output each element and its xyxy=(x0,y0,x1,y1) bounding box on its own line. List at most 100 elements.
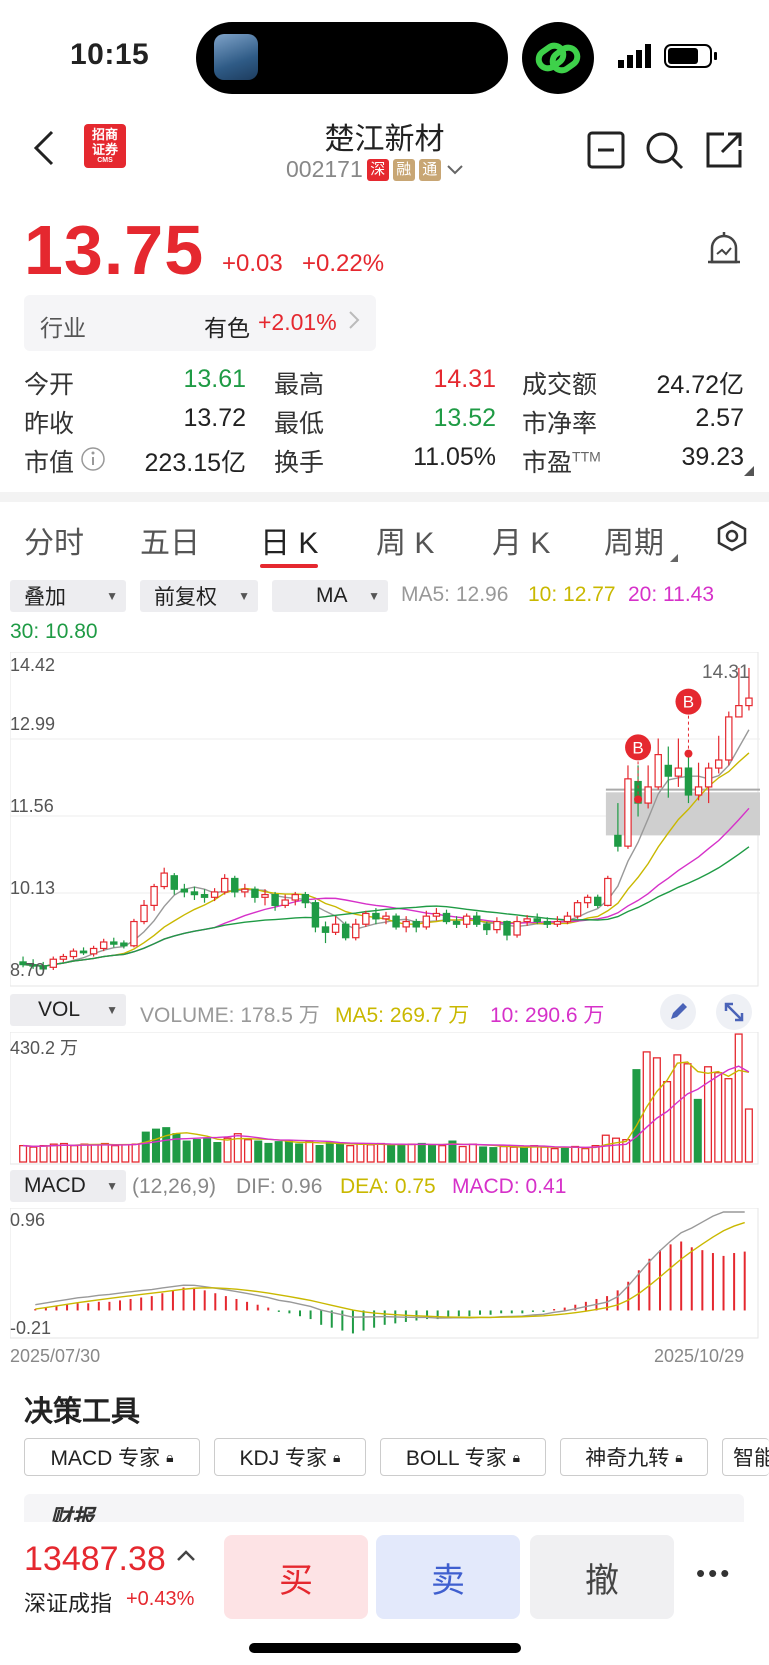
volume-bar xyxy=(387,1144,396,1163)
tab-daily-k[interactable]: 日 K xyxy=(260,518,318,562)
candle-body xyxy=(341,923,350,939)
buy-button[interactable]: 买 xyxy=(224,1535,368,1619)
volume-bar xyxy=(162,1127,171,1163)
live-activity-app-icon xyxy=(214,34,258,80)
candle-body xyxy=(382,915,390,920)
search-button[interactable] xyxy=(644,130,686,177)
volume-indicator-dropdown[interactable]: VOL ▼ xyxy=(10,994,126,1026)
tag-connect: 通 xyxy=(418,158,441,181)
macd-chart[interactable] xyxy=(10,1208,760,1340)
volume-bar xyxy=(632,1069,641,1163)
candle-body xyxy=(261,894,269,898)
volume-ma5: MA5: 269.7 万 xyxy=(335,1004,470,1027)
caret-down-icon: ▼ xyxy=(368,589,380,603)
macd-indicator-dropdown[interactable]: MACD ▼ xyxy=(10,1170,126,1202)
candle-body xyxy=(89,947,98,955)
price-alert-button[interactable] xyxy=(704,228,744,279)
ma10-value: 10: 12.77 xyxy=(528,583,616,606)
volume-bar xyxy=(223,1137,232,1163)
edit-indicator-button[interactable] xyxy=(660,994,696,1030)
volume-bar xyxy=(652,1057,661,1163)
lock-icon: 🔒︎ xyxy=(166,1448,174,1465)
y-axis-label-3: 11.56 xyxy=(10,796,54,816)
info-icon[interactable] xyxy=(80,446,106,477)
candle-body xyxy=(432,912,441,917)
candle-body xyxy=(563,915,572,923)
lock-icon: 🔒︎ xyxy=(512,1448,521,1465)
volume-bar xyxy=(724,1078,733,1163)
price-change: +0.03 xyxy=(222,250,283,277)
volume-bar xyxy=(151,1128,161,1163)
volume-bar xyxy=(499,1145,508,1163)
volume-bar xyxy=(19,1144,28,1163)
stat-turnover-amount-label: 成交额 xyxy=(522,371,598,399)
news-card[interactable] xyxy=(24,1494,744,1524)
candle-body xyxy=(483,923,491,931)
tool-magic-nine[interactable]: 神奇九转 🔒︎ xyxy=(560,1438,708,1476)
volume-bar xyxy=(295,1143,304,1163)
volume-chart[interactable] xyxy=(10,1032,760,1166)
stat-turnover-rate-value: 11.05% xyxy=(413,443,496,471)
volume-bar xyxy=(438,1144,447,1163)
candle-body xyxy=(220,877,229,893)
macd-value: MACD: 0.41 xyxy=(452,1175,567,1198)
chart-settings-button[interactable] xyxy=(716,520,748,557)
section-divider xyxy=(0,492,769,502)
lock-icon: 🔒︎ xyxy=(333,1448,341,1465)
tool-smart[interactable]: 智能 xyxy=(722,1438,769,1476)
signal-strength-icon xyxy=(618,44,656,73)
caret-down-icon: ▼ xyxy=(106,1003,118,1017)
chevron-up-icon[interactable] xyxy=(174,1546,198,1571)
tab-period[interactable]: 周期 xyxy=(604,518,664,562)
volume-bar xyxy=(254,1140,263,1163)
stock-code-row[interactable]: 002171 深 融 通 xyxy=(286,156,465,183)
tool-boll-expert[interactable]: BOLL 专家 🔒︎ xyxy=(380,1438,546,1476)
volume-bar xyxy=(121,1144,130,1163)
tab-intraday[interactable]: 分时 xyxy=(24,518,84,562)
candle-body xyxy=(291,894,299,901)
candle-body xyxy=(311,902,320,928)
stat-market-cap-value: 223.15亿 xyxy=(144,449,246,477)
candle-body xyxy=(714,759,723,769)
caret-down-icon: ▼ xyxy=(106,1179,118,1193)
candle-body xyxy=(704,767,713,788)
overlay-dropdown[interactable]: 叠加 ▼ xyxy=(10,580,126,612)
tool-kdj-expert[interactable]: KDJ 专家 🔒︎ xyxy=(214,1438,366,1476)
indicator-dropdown[interactable]: MA ▼ xyxy=(272,580,388,612)
volume-bar xyxy=(172,1133,181,1163)
volume-bar xyxy=(714,1072,723,1163)
adjust-dropdown[interactable]: 前复权 ▼ xyxy=(140,580,258,612)
more-button[interactable]: ••• xyxy=(696,1558,732,1589)
candle-body xyxy=(422,915,431,928)
sell-button[interactable]: 卖 xyxy=(376,1535,520,1619)
volume-bar xyxy=(315,1144,324,1163)
candlestick-chart[interactable]: BB xyxy=(10,652,760,988)
index-value[interactable]: 13487.38 xyxy=(24,1540,166,1579)
share-button[interactable] xyxy=(704,130,744,175)
tool-macd-expert[interactable]: MACD 专家 🔒︎ xyxy=(24,1438,200,1476)
expand-stats-corner-icon[interactable] xyxy=(744,466,754,476)
tab-five-day[interactable]: 五日 xyxy=(140,518,200,562)
bell-icon xyxy=(708,232,740,264)
volume-bar xyxy=(530,1144,539,1163)
volume-bar xyxy=(663,1081,672,1163)
period-corner-icon xyxy=(670,554,678,562)
watchlist-remove-button[interactable] xyxy=(586,130,626,175)
fullscreen-button[interactable] xyxy=(716,994,752,1030)
tag-shenzhen: 深 xyxy=(366,158,389,181)
cancel-order-button[interactable]: 撤 xyxy=(530,1535,674,1619)
volume-max-label: 430.2 万 xyxy=(10,1038,79,1058)
y-axis-label-bottom: 8.70 xyxy=(10,960,46,980)
candle-body xyxy=(79,950,88,954)
tab-monthly-k[interactable]: 月 K xyxy=(492,518,550,562)
chevron-down-icon xyxy=(447,164,463,174)
tab-weekly-k[interactable]: 周 K xyxy=(376,518,434,562)
volume-bar xyxy=(39,1144,48,1163)
stat-market-cap-label: 市值 xyxy=(24,449,75,477)
volume-bar xyxy=(141,1131,150,1163)
minus-box-icon xyxy=(587,131,625,169)
candle-body xyxy=(442,912,451,923)
candle-body xyxy=(241,888,249,893)
volume-bar xyxy=(571,1145,580,1163)
battery-terminal xyxy=(714,52,717,60)
